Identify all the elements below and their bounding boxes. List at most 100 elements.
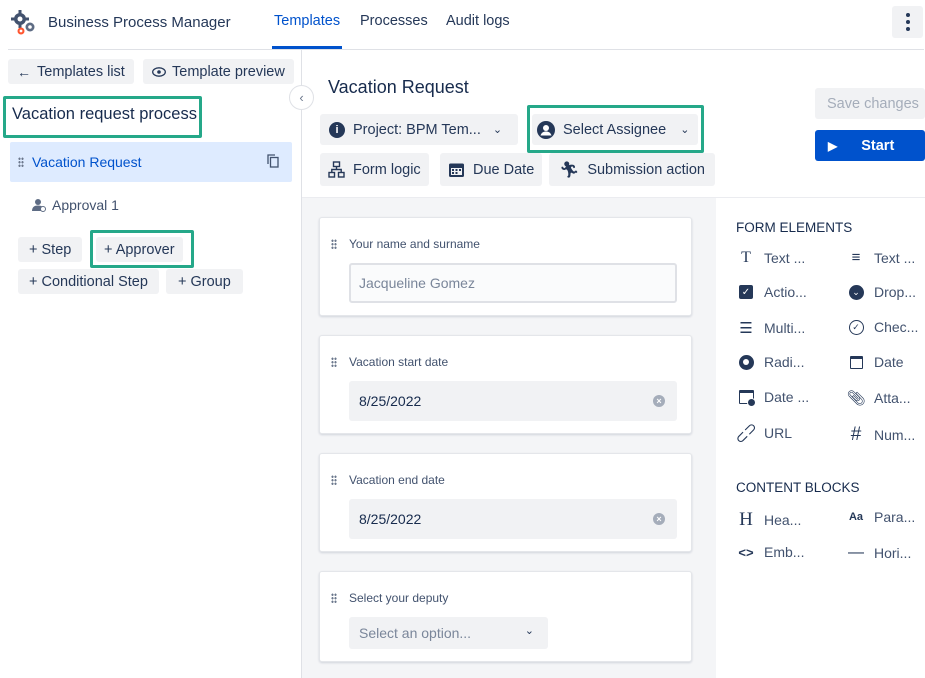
save-changes-button[interactable]: Save changes xyxy=(815,88,925,119)
tab-templates[interactable]: Templates xyxy=(274,13,340,29)
palette-label: Hea... xyxy=(764,512,802,528)
form-card-end-date[interactable]: Vacation end date 8/25/2022 × xyxy=(319,453,692,552)
palette-paragraph[interactable]: Aa Para... xyxy=(846,509,915,525)
step-vacation-request[interactable]: Vacation Request xyxy=(10,142,292,182)
palette-date[interactable]: Date xyxy=(846,354,904,370)
palette-text-area[interactable]: ≡ Text ... xyxy=(846,249,916,266)
palette-action[interactable]: ✓ Actio... xyxy=(736,284,807,300)
name-input[interactable]: Jacqueline Gomez xyxy=(349,263,677,303)
deputy-select[interactable]: Select an option... ⌄ xyxy=(349,617,548,649)
checkbox-checked-icon: ✓ xyxy=(736,285,756,299)
drag-handle-icon[interactable] xyxy=(331,239,337,249)
start-label: Start xyxy=(861,137,895,154)
highlight-select-assignee xyxy=(527,105,704,153)
due-date-label: Due Date xyxy=(473,161,535,178)
submission-action-button[interactable]: 🏃︎ Submission action xyxy=(549,153,715,186)
palette-heading[interactable]: H Hea... xyxy=(736,509,801,531)
form-card-deputy[interactable]: Select your deputy Select an option... ⌄ xyxy=(319,571,692,662)
step-title: Vacation Request xyxy=(328,77,469,97)
templates-list-button[interactable]: ← Templates list xyxy=(8,59,134,84)
copy-icon[interactable] xyxy=(267,154,279,168)
palette-label: Emb... xyxy=(764,544,805,560)
step-label: Vacation Request xyxy=(32,154,142,170)
form-card-name[interactable]: Your name and surname Jacqueline Gomez xyxy=(319,217,692,316)
due-date-button[interactable]: Due Date xyxy=(440,153,543,186)
template-preview-label: Template preview xyxy=(172,63,285,80)
calendar-icon xyxy=(449,163,464,177)
app-logo xyxy=(10,8,38,36)
add-conditional-step-button[interactable]: + Conditional Step xyxy=(18,269,159,294)
palette-label: URL xyxy=(764,425,793,441)
chevron-down-icon: ⌄ xyxy=(524,625,534,637)
link-icon: ⊂⊃ xyxy=(731,418,762,449)
gears-icon xyxy=(11,10,35,35)
end-date-input[interactable]: 8/25/2022 × xyxy=(349,499,677,539)
add-group-button[interactable]: + Group xyxy=(166,269,243,294)
palette-label: Num... xyxy=(874,427,916,443)
palette-date-time[interactable]: Date ... xyxy=(736,389,809,407)
heading-h-icon: H xyxy=(739,509,753,530)
field-label: Select your deputy xyxy=(349,591,449,605)
eye-icon xyxy=(152,66,166,77)
tab-processes[interactable]: Processes xyxy=(360,13,428,29)
templates-list-label: Templates list xyxy=(37,63,125,80)
hierarchy-icon xyxy=(328,161,345,178)
palette-checkbox[interactable]: ✓ Chec... xyxy=(846,319,918,335)
palette-multi[interactable]: ☰ Multi... xyxy=(736,319,805,337)
header-divider xyxy=(8,49,924,50)
palette-url[interactable]: ⊂⊃ URL xyxy=(731,418,793,448)
drag-handle-icon[interactable] xyxy=(18,157,24,167)
step-approval-1[interactable]: Approval 1 xyxy=(32,197,119,213)
palette-label: Text ... xyxy=(874,249,916,266)
more-menu-button[interactable] xyxy=(892,6,923,38)
tab-audit-logs[interactable]: Audit logs xyxy=(446,13,510,29)
clear-icon[interactable]: × xyxy=(653,513,665,525)
palette-label: Atta... xyxy=(874,390,911,406)
palette-embed[interactable]: <> Emb... xyxy=(736,544,804,560)
list-icon: ☰ xyxy=(739,320,753,337)
minus-icon: — xyxy=(848,544,864,561)
palette-label: Chec... xyxy=(874,319,919,335)
project-label: Project: BPM Tem... xyxy=(353,121,481,138)
palette-horizontal-rule[interactable]: — Hori... xyxy=(846,544,911,562)
field-label: Vacation start date xyxy=(349,355,449,369)
palette-label: Hori... xyxy=(874,545,912,561)
palette-text-field[interactable]: T Text ... xyxy=(736,249,805,267)
palette-number[interactable]: # Num... xyxy=(846,424,916,446)
arrow-left-icon: ← xyxy=(17,63,31,80)
collapse-panel-button[interactable]: ‹ xyxy=(289,85,314,110)
palette-label: Para... xyxy=(874,509,916,525)
drag-handle-icon[interactable] xyxy=(331,593,337,603)
palette-radio[interactable]: Radi... xyxy=(736,354,804,370)
dropdown-circle-icon: ⌄ xyxy=(846,284,866,300)
drag-handle-icon[interactable] xyxy=(331,357,337,367)
text-t-icon: T xyxy=(741,249,751,266)
code-icon: <> xyxy=(738,544,754,560)
info-icon: i xyxy=(329,121,345,138)
palette-dropdown[interactable]: ⌄ Drop... xyxy=(846,284,916,300)
radio-icon xyxy=(736,354,756,370)
drag-handle-icon[interactable] xyxy=(331,475,337,485)
deputy-placeholder: Select an option... xyxy=(359,625,472,641)
clear-icon[interactable]: × xyxy=(653,395,665,407)
start-date-input[interactable]: 8/25/2022 × xyxy=(349,381,677,421)
app-title: Business Process Manager xyxy=(48,14,231,31)
step-label: Approval 1 xyxy=(52,197,119,213)
palette-attachment[interactable]: 📎︎ Atta... xyxy=(846,389,911,407)
start-button[interactable]: ▶ Start xyxy=(815,130,925,161)
highlight-process-title xyxy=(3,96,202,138)
text-lines-icon: ≡ xyxy=(851,249,861,266)
template-preview-button[interactable]: Template preview xyxy=(143,59,294,84)
content-blocks-heading: CONTENT BLOCKS xyxy=(736,480,860,495)
palette-label: Multi... xyxy=(764,320,806,336)
palette-label: Date xyxy=(874,354,904,370)
highlight-add-approver xyxy=(90,230,194,268)
add-step-button[interactable]: + Step xyxy=(18,237,83,262)
running-person-icon: 🏃︎ xyxy=(559,161,580,179)
palette-label: Drop... xyxy=(874,284,917,300)
font-size-icon: Aa xyxy=(848,511,864,523)
form-logic-button[interactable]: Form logic xyxy=(320,153,429,186)
hash-icon: # xyxy=(850,424,862,445)
project-dropdown[interactable]: i Project: BPM Tem... ⌄ xyxy=(320,114,518,145)
form-card-start-date[interactable]: Vacation start date 8/25/2022 × xyxy=(319,335,692,434)
